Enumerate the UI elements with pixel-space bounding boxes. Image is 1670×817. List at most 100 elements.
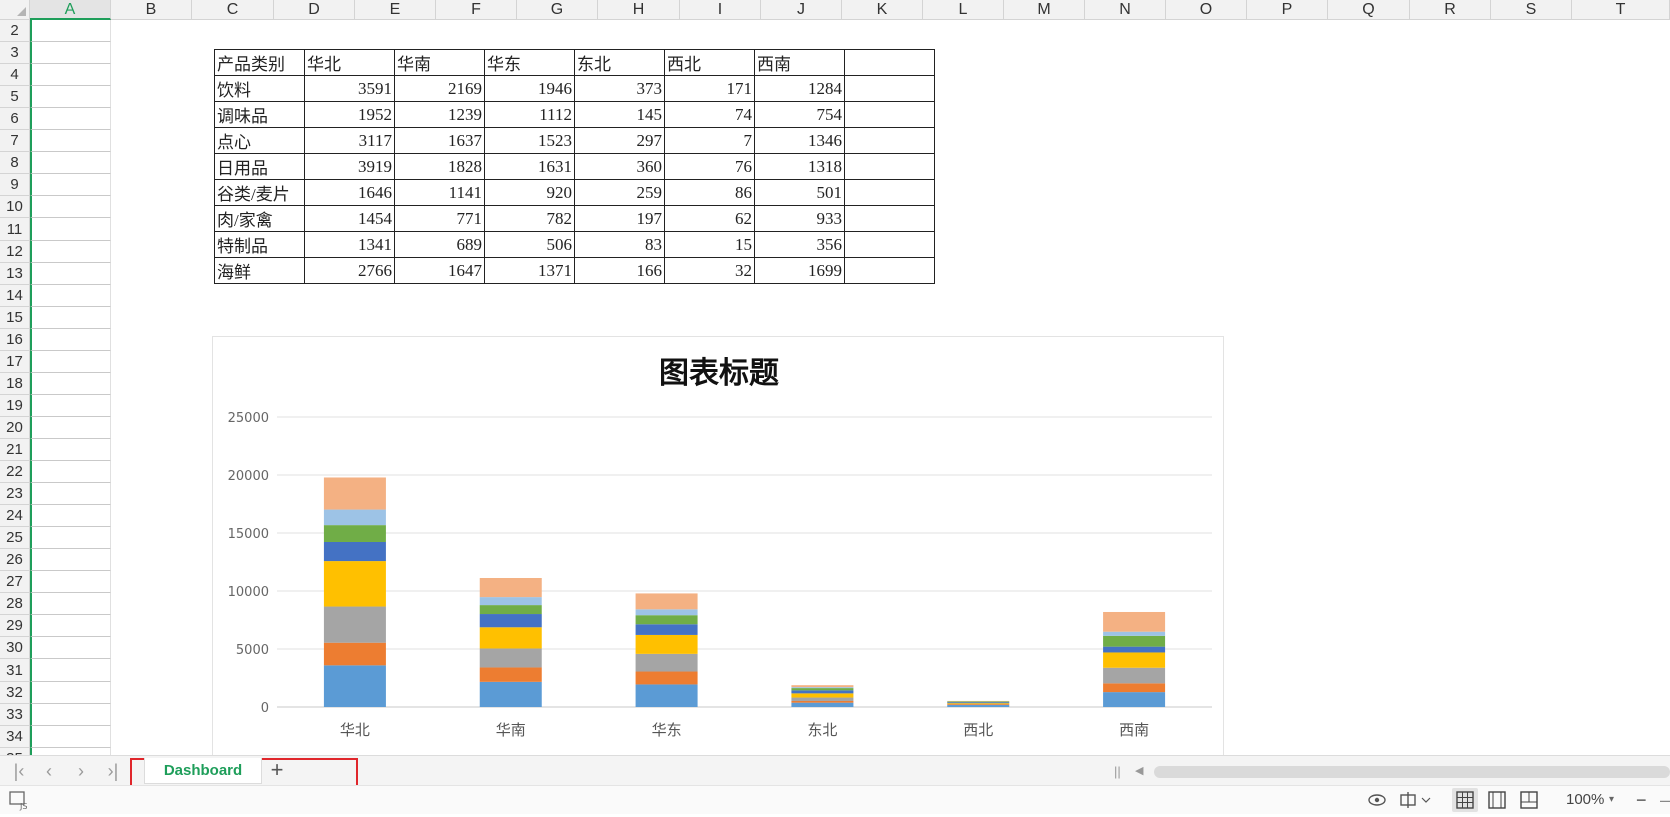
bar-segment[interactable] (791, 690, 853, 693)
table-cell[interactable]: 2766 (305, 258, 395, 284)
tab-dashboard[interactable]: Dashboard (144, 758, 262, 784)
cell-a2[interactable] (30, 20, 111, 42)
cell-a33[interactable] (30, 704, 111, 726)
data-table[interactable]: 产品类别华北华南华东东北西北西南饮料3591216919463731711284… (214, 49, 935, 284)
table-cell[interactable]: 356 (755, 232, 845, 258)
table-empty-cell[interactable] (845, 50, 935, 76)
table-cell[interactable]: 2169 (395, 76, 485, 102)
bar-segment[interactable] (636, 635, 698, 654)
column-header-r[interactable]: R (1410, 0, 1491, 20)
bar-segment[interactable] (947, 705, 1009, 707)
table-cell[interactable]: 32 (665, 258, 755, 284)
row-header-29[interactable]: 29 (0, 615, 30, 637)
spreadsheet-grid[interactable]: ABCDEFGHIJKLMNOPQRST 2345678910111213141… (0, 0, 1670, 755)
zoom-slider[interactable]: – (1660, 790, 1670, 810)
row-header-28[interactable]: 28 (0, 593, 30, 615)
table-cell[interactable]: 373 (575, 76, 665, 102)
table-cell[interactable]: 171 (665, 76, 755, 102)
bar-segment[interactable] (947, 703, 1009, 704)
row-header-5[interactable]: 5 (0, 86, 30, 108)
macro-record-icon[interactable]: JS (8, 789, 30, 809)
column-header-s[interactable]: S (1491, 0, 1572, 20)
bar-segment[interactable] (324, 477, 386, 509)
cell-a27[interactable] (30, 571, 111, 593)
column-header-k[interactable]: K (842, 0, 923, 20)
table-cell[interactable]: 166 (575, 258, 665, 284)
bar-segment[interactable] (791, 693, 853, 697)
zoom-out-button[interactable]: − (1636, 790, 1647, 810)
table-cell[interactable]: 1946 (485, 76, 575, 102)
table-cell[interactable]: 297 (575, 128, 665, 154)
table-cell[interactable]: 3117 (305, 128, 395, 154)
bar-segment[interactable] (480, 614, 542, 627)
row-header-22[interactable]: 22 (0, 461, 30, 483)
cell-a5[interactable] (30, 86, 111, 108)
table-header-cell[interactable]: 产品类别 (215, 50, 305, 76)
bar-segment[interactable] (480, 648, 542, 667)
column-header-g[interactable]: G (517, 0, 598, 20)
bar-segment[interactable] (324, 607, 386, 643)
select-all-corner[interactable] (0, 0, 30, 20)
cell-a14[interactable] (30, 285, 111, 307)
table-cell[interactable]: 689 (395, 232, 485, 258)
table-cell[interactable]: 1239 (395, 102, 485, 128)
table-empty-cell[interactable] (845, 154, 935, 180)
cell-a32[interactable] (30, 682, 111, 704)
table-cell[interactable]: 86 (665, 180, 755, 206)
row-header-11[interactable]: 11 (0, 218, 30, 241)
table-cell[interactable]: 1952 (305, 102, 395, 128)
column-header-n[interactable]: N (1085, 0, 1166, 20)
bar-segment[interactable] (791, 687, 853, 688)
column-header-d[interactable]: D (274, 0, 355, 20)
table-cell[interactable]: 360 (575, 154, 665, 180)
cell-a34[interactable] (30, 726, 111, 748)
scroll-left-icon[interactable]: ◀ (1135, 760, 1143, 782)
bar-segment[interactable] (324, 643, 386, 666)
bar-segment[interactable] (636, 615, 698, 624)
table-cell[interactable]: 1318 (755, 154, 845, 180)
table-cell[interactable]: 782 (485, 206, 575, 232)
table-empty-cell[interactable] (845, 102, 935, 128)
column-header-h[interactable]: H (598, 0, 680, 20)
bar-segment[interactable] (636, 593, 698, 609)
table-cell[interactable]: 83 (575, 232, 665, 258)
bar-segment[interactable] (480, 605, 542, 614)
cell-a28[interactable] (30, 593, 111, 615)
bar-segment[interactable] (1103, 652, 1165, 667)
table-cell[interactable]: 海鲜 (215, 258, 305, 284)
table-cell[interactable]: 1112 (485, 102, 575, 128)
input-method-icon[interactable] (1398, 790, 1432, 810)
table-empty-cell[interactable] (845, 232, 935, 258)
row-header-21[interactable]: 21 (0, 439, 30, 461)
row-header-31[interactable]: 31 (0, 659, 30, 682)
zoom-dropdown-icon[interactable]: ▾ (1609, 790, 1614, 810)
table-cell[interactable]: 1631 (485, 154, 575, 180)
bar-segment[interactable] (480, 627, 542, 648)
bar-segment[interactable] (1103, 692, 1165, 707)
bar-segment[interactable] (791, 703, 853, 707)
page-layout-view-button[interactable] (1484, 788, 1510, 812)
table-cell[interactable]: 933 (755, 206, 845, 232)
table-cell[interactable]: 501 (755, 180, 845, 206)
cell-a3[interactable] (30, 42, 111, 64)
table-cell[interactable]: 饮料 (215, 76, 305, 102)
table-cell[interactable]: 肉/家禽 (215, 206, 305, 232)
cell-a19[interactable] (30, 395, 111, 417)
row-header-20[interactable]: 20 (0, 417, 30, 439)
bar-segment[interactable] (791, 698, 853, 701)
row-header-15[interactable]: 15 (0, 307, 30, 329)
row-header-14[interactable]: 14 (0, 285, 30, 307)
zoom-level[interactable]: 100% (1566, 790, 1604, 810)
row-header-16[interactable]: 16 (0, 329, 30, 351)
cell-a21[interactable] (30, 439, 111, 461)
table-cell[interactable]: 日用品 (215, 154, 305, 180)
table-cell[interactable]: 1346 (755, 128, 845, 154)
column-header-q[interactable]: Q (1328, 0, 1410, 20)
column-header-e[interactable]: E (355, 0, 436, 20)
cell-a22[interactable] (30, 461, 111, 483)
table-cell[interactable]: 1371 (485, 258, 575, 284)
row-header-8[interactable]: 8 (0, 152, 30, 174)
row-header-32[interactable]: 32 (0, 682, 30, 704)
bar-segment[interactable] (1103, 668, 1165, 684)
cell-a30[interactable] (30, 637, 111, 659)
